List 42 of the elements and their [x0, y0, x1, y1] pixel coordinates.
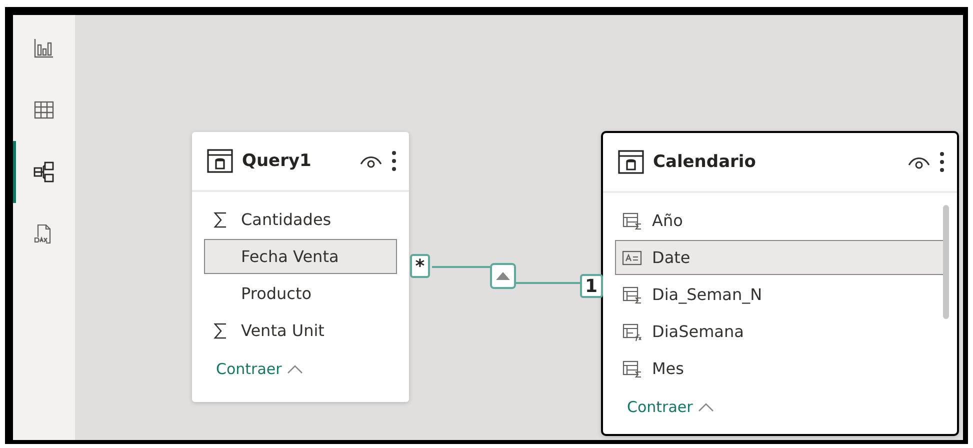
cardinality-label: * [410, 254, 430, 278]
field-row[interactable]: Date [615, 240, 945, 275]
field-name: Producto [241, 284, 312, 303]
table-card[interactable]: Query1 Cantidades Fecha Venta Producto Venta Unit Contraer [192, 132, 409, 402]
table-icon [206, 147, 234, 175]
field-row[interactable]: Cantidades [204, 202, 397, 237]
field-row[interactable]: Fecha Venta [204, 239, 397, 274]
field-name: Año [652, 211, 683, 230]
field-row[interactable]: Año [615, 203, 945, 238]
more-options-icon[interactable] [391, 150, 397, 172]
table-name: Calendario [653, 152, 757, 172]
field-row[interactable]: Producto [204, 276, 397, 311]
field-row[interactable]: Mes [615, 351, 945, 386]
model-diagram-icon [33, 161, 55, 183]
filter-direction-button[interactable] [490, 263, 516, 289]
numeric-column-icon [622, 358, 642, 378]
chevron-up-icon [696, 402, 715, 412]
cardinality-label: 1 [580, 274, 603, 298]
field-name: Date [652, 248, 690, 267]
table-icon [33, 99, 55, 121]
field-name: Dia_Seman_N [652, 285, 762, 304]
bar-chart-icon [33, 37, 55, 59]
chevron-up-icon [286, 364, 304, 374]
field-row[interactable]: Venta Unit [204, 313, 397, 348]
table-icon [617, 148, 645, 176]
numeric-column-icon [622, 210, 642, 230]
field-row[interactable]: DiaSemana [615, 314, 945, 349]
scrollbar[interactable] [943, 205, 949, 319]
table-name: Query1 [242, 151, 312, 171]
field-name: Mes [652, 359, 684, 378]
field-name: Venta Unit [241, 321, 324, 340]
collapse-link[interactable]: Contraer [216, 360, 304, 378]
field-name: DiaSemana [652, 322, 744, 341]
field-name: Cantidades [241, 210, 332, 229]
table-card[interactable]: Calendario Año Date Dia_Seman_N DiaSemana Mes Contraer [601, 131, 959, 436]
calculated-column-icon [622, 322, 642, 342]
numeric-column-icon [622, 284, 642, 304]
triangle-up-icon [496, 272, 510, 280]
field-name: Fecha Venta [241, 247, 339, 266]
field-row[interactable]: Dia_Seman_N [615, 277, 945, 312]
more-options-icon[interactable] [939, 151, 945, 173]
collapse-link[interactable]: Contraer [627, 398, 715, 416]
